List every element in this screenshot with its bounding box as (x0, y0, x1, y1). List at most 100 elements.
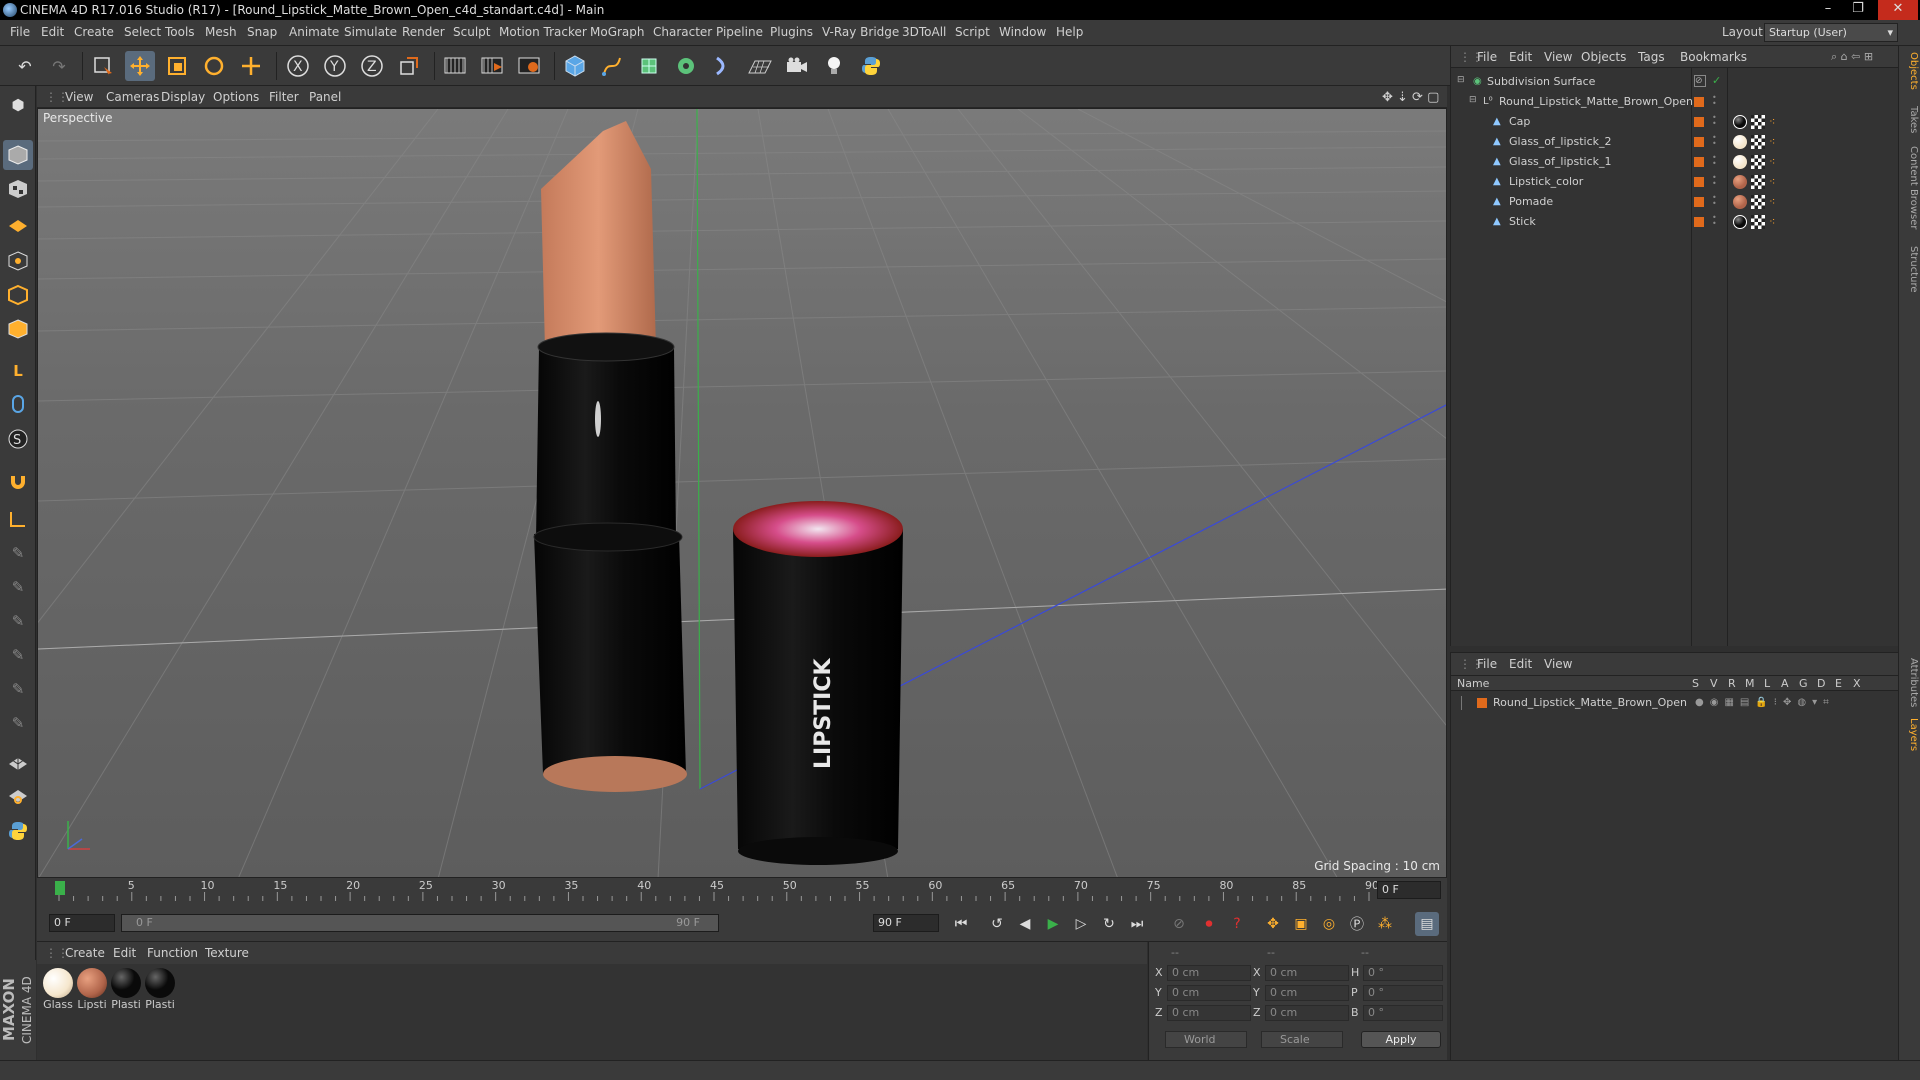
coord-pos-y-field[interactable]: 0 cm (1167, 985, 1251, 1001)
coord-size-x-field[interactable]: 0 cm (1265, 965, 1349, 981)
object-row[interactable]: ⊟ L⁰ Round_Lipstick_Matte_Brown_Open • • (1451, 92, 1899, 112)
column-expressions[interactable]: E (1835, 677, 1842, 690)
phong-tag-icon[interactable]: ⁖ (1769, 195, 1781, 209)
coord-pos-x-field[interactable]: 0 cm (1167, 965, 1251, 981)
menu-file[interactable]: File (10, 25, 30, 39)
material-swatch[interactable]: Lipsti (77, 968, 107, 1011)
previous-key-icon[interactable]: ↺ (985, 912, 1009, 936)
coord-pos-z-field[interactable]: 0 cm (1167, 1005, 1251, 1021)
close-button[interactable]: ✕ (1878, 0, 1918, 20)
enabled-checkmark-icon[interactable]: ✓ (1712, 74, 1721, 87)
layer-color-swatch[interactable] (1694, 217, 1704, 227)
menu-mograph[interactable]: MoGraph (590, 25, 645, 39)
cloner-icon[interactable] (671, 51, 701, 81)
scale-icon[interactable] (162, 51, 192, 81)
menu-animate[interactable]: Animate (289, 25, 339, 39)
floor-icon[interactable] (745, 51, 775, 81)
tab-attributes[interactable]: Attributes (1901, 658, 1919, 707)
menu-edit[interactable]: Edit (41, 25, 64, 39)
auto-keying-icon[interactable]: ⏺ (1197, 912, 1221, 936)
material-menu-texture[interactable]: Texture (205, 946, 249, 960)
texture-mode-icon[interactable] (3, 174, 33, 204)
material-tag-icon[interactable] (1733, 155, 1747, 169)
column-manager[interactable]: M (1745, 677, 1755, 690)
menu-motion-tracker[interactable]: Motion Tracker (499, 25, 587, 39)
live-selection-icon[interactable] (88, 51, 118, 81)
texture-tag-icon[interactable] (1751, 115, 1765, 129)
column-name[interactable]: Name (1457, 677, 1489, 690)
tab-takes[interactable]: Takes (1901, 106, 1919, 133)
material-swatch[interactable]: Glass (43, 968, 73, 1011)
menu-plugins[interactable]: Plugins (770, 25, 813, 39)
start-frame-field[interactable]: 0 F (49, 914, 115, 932)
z-axis-icon[interactable]: Z (357, 51, 387, 81)
viewport-menu-panel[interactable]: Panel (309, 90, 341, 104)
rotate-icon[interactable] (199, 51, 229, 81)
sculpt-inflate-icon[interactable]: ✎ (3, 674, 33, 704)
material-menu-edit[interactable]: Edit (113, 946, 136, 960)
layer-color-swatch[interactable] (1477, 698, 1487, 708)
render-settings-icon[interactable] (514, 51, 544, 81)
make-editable-icon[interactable]: ⬢ (3, 90, 33, 120)
layout-dropdown[interactable]: Startup (User) ▾ (1764, 23, 1898, 42)
layer-row[interactable]: Round_Lipstick_Matte_Brown_Open ●◉▦▤🔒⁝✥◍… (1451, 693, 1899, 713)
visibility-dots-icon[interactable]: • • (1712, 134, 1717, 149)
menu-script[interactable]: Script (955, 25, 990, 39)
scale-key-icon[interactable]: ▣ (1289, 912, 1313, 936)
python-script-icon[interactable] (3, 816, 33, 846)
menu-pipeline[interactable]: Pipeline (716, 25, 763, 39)
sculpt-smooth-icon[interactable]: ✎ (3, 606, 33, 636)
phong-tag-icon[interactable]: ⁖ (1769, 215, 1781, 229)
layer-color-swatch[interactable] (1694, 177, 1704, 187)
scale-mode-dropdown[interactable]: Scale (1261, 1031, 1343, 1048)
texture-tag-icon[interactable] (1751, 175, 1765, 189)
visibility-dots-icon[interactable]: • • (1712, 214, 1717, 229)
pen-spline-icon[interactable] (597, 51, 627, 81)
om-menu-tags[interactable]: Tags (1638, 50, 1665, 64)
column-locked[interactable]: L (1764, 677, 1770, 690)
subdivision-surface-icon[interactable] (634, 51, 664, 81)
tab-content-browser[interactable]: Content Browser (1901, 146, 1919, 229)
menu-tools[interactable]: Tools (165, 25, 195, 39)
coord-rot-b-field[interactable]: 0 ° (1363, 1005, 1443, 1021)
play-icon[interactable]: ▶ (1041, 912, 1065, 936)
keyframe-selection-icon[interactable]: ? (1225, 912, 1249, 936)
viewport-menu-view[interactable]: View (65, 90, 93, 104)
material-swatch[interactable]: Plasti (111, 968, 141, 1011)
texture-tag-icon[interactable] (1751, 135, 1765, 149)
apply-button[interactable]: Apply (1361, 1031, 1441, 1048)
timeline-toggle-icon[interactable]: ▤ (1415, 912, 1439, 936)
layer-color-swatch[interactable] (1694, 137, 1704, 147)
menu-select[interactable]: Select (124, 25, 161, 39)
collapse-icon[interactable]: ⊟ (1469, 95, 1477, 105)
redo-icon[interactable]: ↷ (44, 51, 74, 81)
camera-icon[interactable] (782, 51, 812, 81)
lm-menu-view[interactable]: View (1544, 657, 1572, 671)
coord-rot-h-field[interactable]: 0 ° (1363, 965, 1443, 981)
object-row[interactable]: ▲ Pomade • • ⁖ (1451, 192, 1899, 212)
workplane-icon[interactable] (3, 208, 33, 238)
layer-color-swatch[interactable] (1694, 197, 1704, 207)
object-row[interactable]: ▲ Cap • • ⁖ (1451, 112, 1899, 132)
timeline-ruler[interactable]: 051015202530354045505560657075808590 0 F (37, 878, 1447, 902)
maximize-button[interactable]: ❐ (1844, 0, 1872, 20)
deformer-icon[interactable] (708, 51, 738, 81)
viewport-nav-icons[interactable]: ✥ ⇣ ⟳ ▢ (1382, 90, 1439, 105)
3d-viewport[interactable]: LIPSTICK Perspective Grid Spacing : 10 c… (37, 108, 1447, 878)
viewport-menu-options[interactable]: Options (213, 90, 259, 104)
material-tag-icon[interactable] (1733, 215, 1747, 229)
edges-mode-icon[interactable] (3, 280, 33, 310)
axis-mode-icon[interactable]: L (3, 356, 33, 386)
menu-3dtoall[interactable]: 3DToAll (902, 25, 946, 39)
phong-tag-icon[interactable]: ⁖ (1769, 155, 1781, 169)
material-menu-create[interactable]: Create (65, 946, 105, 960)
menu-vray-bridge[interactable]: V-Ray Bridge (822, 25, 899, 39)
layer-color-swatch[interactable] (1694, 157, 1704, 167)
texture-tag-icon[interactable] (1751, 155, 1765, 169)
om-menu-bookmarks[interactable]: Bookmarks (1680, 50, 1747, 64)
texture-tag-icon[interactable] (1751, 195, 1765, 209)
sculpt-flatten-icon[interactable]: ✎ (3, 640, 33, 670)
polygons-mode-icon[interactable] (3, 314, 33, 344)
menu-snap[interactable]: Snap (247, 25, 277, 39)
minimize-button[interactable]: – (1814, 0, 1842, 20)
